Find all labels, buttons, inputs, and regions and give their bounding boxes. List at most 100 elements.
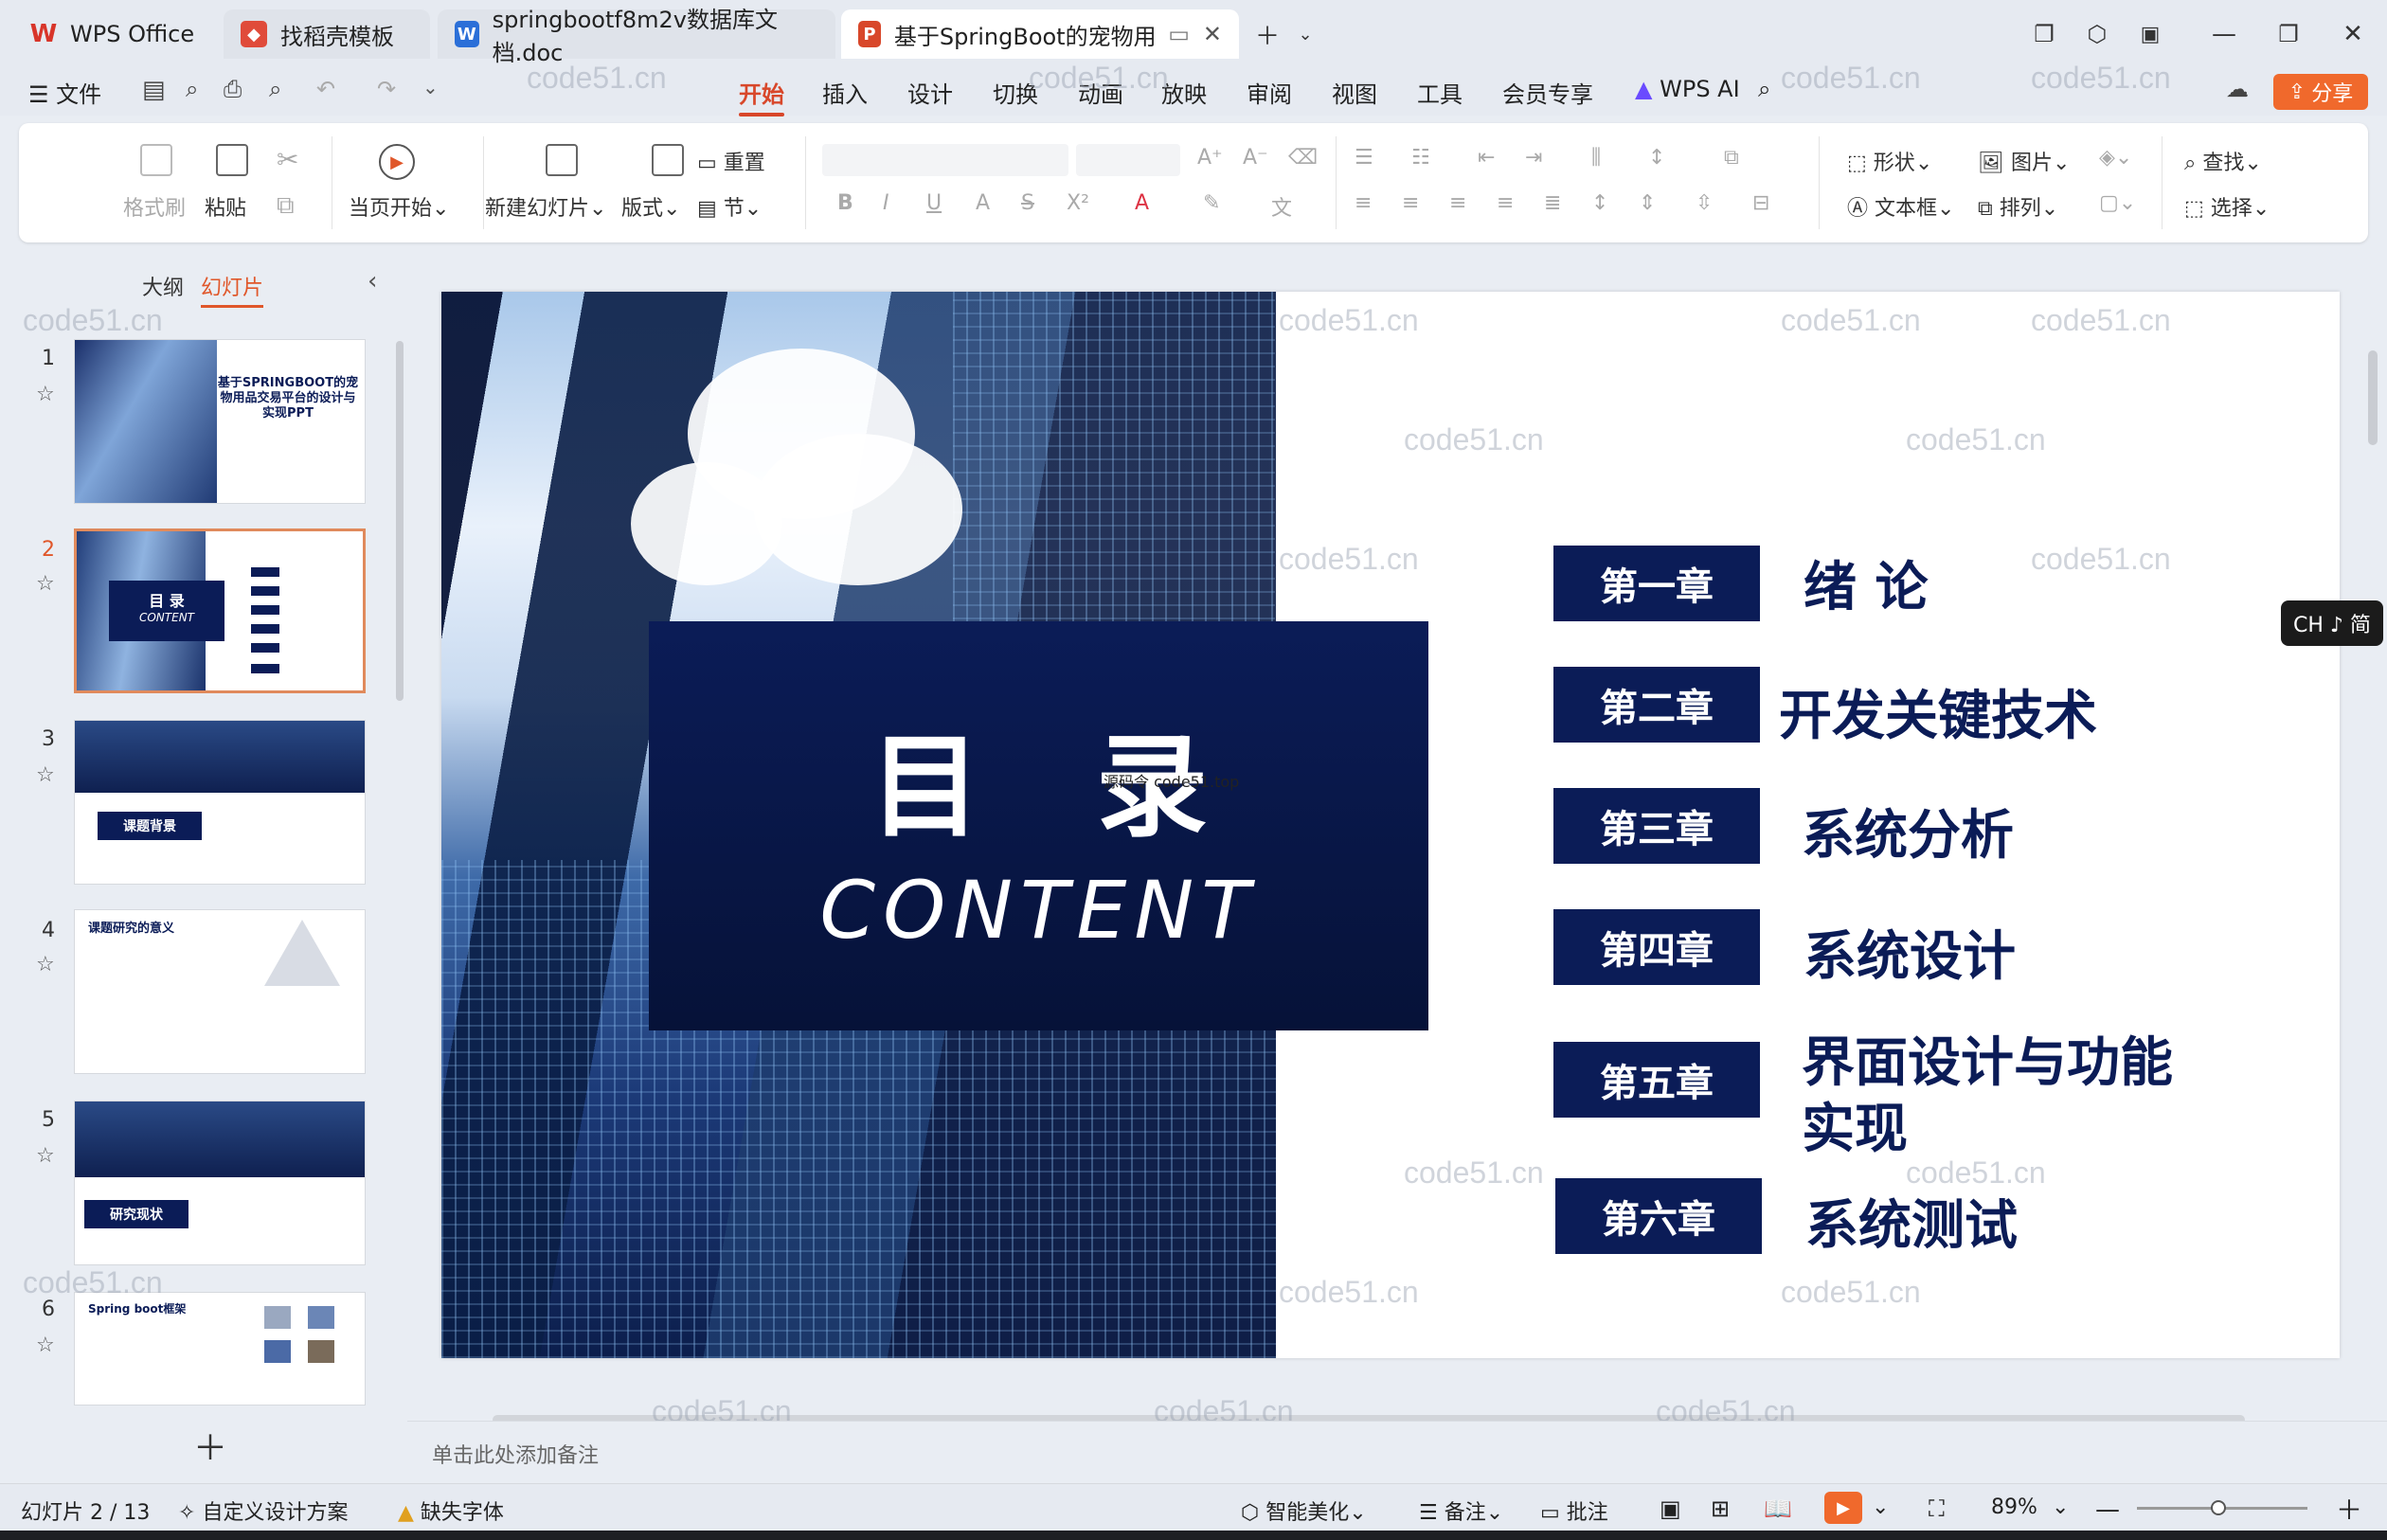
picture-button[interactable]: 🖼 图片⌄ [1978,146,2070,176]
slide-2[interactable]: 目 录 CONTENT 源码令 code51.top 第一章 绪 论 第二章 开… [441,292,2340,1358]
ime-indicator[interactable]: CH ♪ 简 [2281,600,2383,646]
star-icon[interactable]: ☆ [36,383,55,406]
increase-font-icon[interactable]: A⁺ [1197,146,1223,170]
from-current-button[interactable]: 当页开始⌄ [349,191,449,222]
font-size-select[interactable] [1076,144,1180,176]
cloud-upload-icon[interactable]: ☁ [2226,76,2249,102]
sorter-view-icon[interactable]: ⊞ [1711,1495,1730,1522]
format-painter-button[interactable]: 格式刷 [123,191,186,222]
close-window-icon[interactable]: ✕ [2336,17,2370,51]
vertical-align-icon[interactable]: ⇳ [1696,191,1713,215]
layout-icon[interactable] [652,144,684,176]
menu-design[interactable]: 设计 [907,76,953,109]
shape-button[interactable]: ⬚ 形状⌄ [1847,146,1932,176]
file-menu[interactable]: ☰ 文件 [28,76,101,109]
phonetic-icon[interactable]: 文 [1271,191,1292,222]
font-color-icon[interactable]: A [1135,191,1149,215]
chevron-down-icon[interactable]: ⌄ [1288,17,1322,51]
paragraph-spacing-icon[interactable]: ⇕ [1639,191,1656,215]
menu-animation[interactable]: 动画 [1078,76,1123,109]
vertical-scrollbar[interactable] [2368,350,2378,445]
missing-font-button[interactable]: ▲ 缺失字体 [398,1495,504,1526]
reset-button[interactable]: ▭ 重置 [697,146,765,176]
star-icon[interactable]: ☆ [36,953,55,976]
avatar[interactable]: ▣ [2133,17,2167,51]
menu-home[interactable]: 开始 [739,76,784,116]
zoom-slider-handle[interactable] [2211,1500,2226,1515]
outdent-icon[interactable]: ⇤ [1478,146,1495,170]
align-left-icon[interactable]: ≡ [1355,191,1372,215]
notes-toggle-button[interactable]: ☰ 备注⌄ [1419,1495,1503,1526]
section-button[interactable]: ▤ 节⌄ [697,191,762,222]
tab-ppt[interactable]: P 基于SpringBoot的宠物用品交 ▭ ✕ [841,9,1239,59]
slide-thumbnail-1[interactable]: 基于SPRINGBOOT的宠物用品交易平台的设计与实现PPT [74,339,366,504]
menu-member[interactable]: 会员专享 [1502,76,1593,109]
numbering-icon[interactable]: ☷ [1411,146,1430,170]
close-tab-icon[interactable]: ✕ [1203,21,1222,47]
slides-tab[interactable]: 幻灯片 [201,271,264,308]
text-fit-icon[interactable]: ⊟ [1752,191,1769,215]
indent-icon[interactable]: ⇥ [1525,146,1542,170]
zoom-level[interactable]: 89% [1991,1495,2037,1519]
arrange-button[interactable]: ⧉ 排列⌄ [1978,191,2058,222]
justify-icon[interactable]: ≡ [1497,191,1514,215]
zoom-out-icon[interactable]: — [2095,1495,2120,1524]
print-icon[interactable]: ⎙ [224,76,242,102]
textbox-button[interactable]: Ⓐ 文本框⌄ [1847,191,1954,222]
maximize-icon[interactable]: ❐ [2271,17,2306,51]
comments-button[interactable]: ▭ 批注 [1540,1495,1608,1526]
tab-doc[interactable]: W springbootf8m2v数据库文档.doc [438,7,835,66]
minimize-icon[interactable]: — [2207,17,2241,51]
reading-view-icon[interactable]: 📖 [1764,1495,1792,1522]
menu-insert[interactable]: 插入 [822,76,868,109]
export-icon[interactable]: ⌕ [186,76,198,102]
decrease-font-icon[interactable]: A⁻ [1243,146,1268,170]
convert-icon[interactable]: ⧉ [1724,146,1739,170]
shadow-icon[interactable]: A [976,191,990,215]
preview-icon[interactable]: ⌕ [269,76,281,102]
slide-thumbnail-5[interactable]: 研究现状 [74,1101,366,1265]
columns-icon[interactable]: ⫼ [1591,146,1601,170]
menu-transition[interactable]: 切换 [993,76,1038,109]
italic-icon[interactable]: I [883,191,889,215]
collapse-panel-icon[interactable]: ‹ [368,267,377,295]
bullets-icon[interactable]: ☰ [1355,146,1373,170]
star-icon[interactable]: ☆ [36,572,55,596]
custom-design-button[interactable]: ✧ 自定义设计方案 [178,1495,348,1526]
distribute-icon[interactable]: ≣ [1544,191,1561,215]
line-spacing-icon[interactable]: ↕ [1591,191,1608,215]
tab-template[interactable]: ◆ 找稻壳模板 [224,9,430,59]
highlight-icon[interactable]: ✎ [1203,191,1220,215]
slide-thumbnail-6[interactable]: Spring boot框架 [74,1292,366,1406]
normal-view-icon[interactable]: ▣ [1660,1495,1681,1522]
smart-beautify-button[interactable]: ⬡ 智能美化⌄ [1241,1495,1367,1526]
paste-button[interactable]: 粘贴 [205,191,246,222]
text-direction-icon[interactable]: ↕ [1648,146,1665,170]
menu-view[interactable]: 视图 [1332,76,1377,109]
outline-icon[interactable]: ▢⌄ [2099,191,2136,215]
menu-slideshow[interactable]: 放映 [1161,76,1207,109]
share-button[interactable]: ⇪ 分享 [2273,74,2368,110]
format-painter-icon[interactable] [140,144,172,176]
copy-icon[interactable]: ⧉ [277,191,295,221]
menu-review[interactable]: 审阅 [1247,76,1292,109]
find-button[interactable]: ⌕ 查找⌄ [2184,146,2262,176]
save-icon[interactable]: ▤ [142,76,166,104]
fill-icon[interactable]: ◈⌄ [2099,146,2132,170]
clear-format-icon[interactable]: ⌫ [1288,146,1318,170]
tab-wps-office[interactable]: W WPS Office [13,9,222,59]
slide-thumbnail-2[interactable]: 目 录 CONTENT [74,528,366,693]
paste-icon[interactable] [216,144,248,176]
underline-icon[interactable]: U [926,191,942,215]
window-mode-icon[interactable]: ❐ [2027,17,2061,51]
wps-ai-button[interactable]: ▲ WPS AI [1635,76,1740,102]
select-button[interactable]: ⬚ 选择⌄ [2184,191,2270,222]
slideshow-play-icon[interactable]: ▶ [1824,1492,1862,1524]
menu-tools[interactable]: 工具 [1417,76,1463,109]
font-family-select[interactable] [822,144,1068,176]
star-icon[interactable]: ☆ [36,1144,55,1168]
redo-icon[interactable]: ↷ [377,76,396,102]
cut-icon[interactable]: ✂ [277,144,298,175]
search-icon[interactable]: ⌕ [1758,76,1770,102]
slide-thumbnail-4[interactable]: 课题研究的意义 [74,909,366,1074]
